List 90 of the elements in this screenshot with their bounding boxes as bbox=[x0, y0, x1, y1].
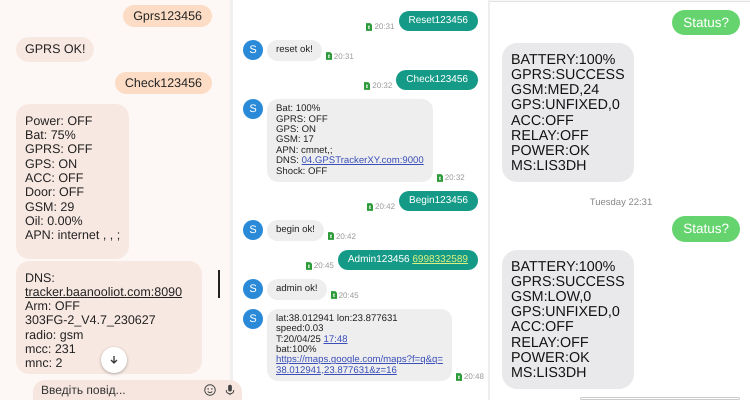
message-text: APN: internet , , ; bbox=[25, 228, 120, 242]
message-time: 20:45 bbox=[314, 261, 334, 270]
message-text: GSM:LOW,0 bbox=[511, 288, 592, 305]
message-text: Begin123456 bbox=[409, 195, 468, 206]
message-text: GSM:MED,24 bbox=[511, 82, 600, 98]
message-text: Status? bbox=[683, 221, 729, 236]
message-text: lat:38.012941 lon:23.877631 bbox=[276, 312, 398, 324]
sim-card-icon bbox=[367, 202, 374, 211]
message-text: admin ok! bbox=[276, 283, 318, 294]
message-text: mnc: 2 bbox=[25, 356, 63, 370]
message-text: Reset123456 bbox=[408, 15, 468, 26]
message-text: Admin123456 bbox=[348, 254, 411, 265]
message-text: RELAY:OFF bbox=[511, 334, 589, 351]
contact-avatar[interactable]: S bbox=[243, 220, 263, 240]
message-link[interactable]: 38.012941,23.877631&z=16 bbox=[276, 364, 397, 376]
message-text: bat:100% bbox=[276, 344, 317, 355]
message-text: Shock: OFF bbox=[276, 166, 328, 177]
message-time: 20:32 bbox=[444, 173, 465, 182]
message-time: 20:32 bbox=[372, 81, 392, 90]
message-text: POWER:OK bbox=[511, 350, 590, 366]
message-text: GPRS: OFF bbox=[276, 114, 328, 125]
message-link[interactable]: https://maps.google.com/maps?f=q&q= bbox=[276, 354, 443, 366]
message-text: GPRS: OFF bbox=[25, 142, 92, 156]
message-time: 20:45 bbox=[338, 290, 359, 300]
message-text: DNS: bbox=[276, 155, 300, 166]
microphone-icon[interactable] bbox=[224, 384, 236, 396]
message-text: ACC:OFF bbox=[511, 112, 574, 129]
message-text: Status? bbox=[683, 14, 729, 30]
sim-card-icon bbox=[330, 291, 337, 300]
message-time: 20:42 bbox=[375, 202, 396, 212]
sim-card-icon bbox=[306, 262, 312, 270]
message-input[interactable]: Введіть повід... bbox=[41, 383, 196, 397]
message-link[interactable]: 17:48 bbox=[323, 334, 348, 344]
message-text: BATTERY:100% bbox=[511, 52, 616, 68]
message-text: APN: cmnet,; bbox=[276, 144, 333, 156]
message-text: GPS:UNFIXED,0 bbox=[511, 304, 620, 320]
message-text: 303FG-2_V4.7_230627 bbox=[25, 313, 156, 328]
sim-card-icon bbox=[326, 52, 332, 60]
contact-avatar[interactable]: S bbox=[243, 99, 263, 120]
message-text: radio: gsm bbox=[25, 328, 84, 342]
message-text: GPS: ON bbox=[25, 156, 78, 171]
message-text: mcc: 231 bbox=[25, 342, 76, 356]
sim-card-icon bbox=[436, 174, 443, 182]
message-time: 20:31 bbox=[374, 22, 394, 32]
sim-card-icon bbox=[328, 232, 334, 240]
contact-avatar[interactable]: S bbox=[243, 279, 263, 300]
message-text: Check123456 bbox=[124, 76, 202, 90]
message-time: 20:31 bbox=[334, 52, 354, 61]
sim-card-icon bbox=[364, 82, 370, 90]
message-link[interactable]: tracker.baanooliot.com:8090 bbox=[25, 284, 182, 299]
message-time: 20:42 bbox=[336, 232, 356, 241]
message-text: GPRS:SUCCESS bbox=[511, 66, 625, 83]
message-text: Arm: OFF bbox=[25, 299, 80, 314]
message-text: BATTERY:100% bbox=[511, 258, 616, 275]
message-text: MS:LIS3DH bbox=[511, 158, 586, 174]
message-text: GPS: ON bbox=[276, 124, 316, 136]
message-text: speed:0.03 bbox=[276, 323, 324, 334]
message-text: Bat: 75% bbox=[25, 128, 76, 142]
contact-avatar[interactable]: S bbox=[243, 308, 263, 329]
emoji-icon[interactable] bbox=[204, 384, 216, 396]
sim-card-icon bbox=[366, 22, 372, 31]
message-field[interactable]: Введіть повід... bbox=[33, 380, 242, 400]
message-link[interactable]: 6998332589 bbox=[412, 254, 468, 265]
date-label: Tuesday 22:31 bbox=[590, 197, 652, 208]
arrow-down-icon bbox=[109, 355, 119, 365]
contact-avatar[interactable]: S bbox=[243, 40, 263, 60]
message-text: GSM: 29 bbox=[25, 200, 74, 214]
message-text: GPRS:SUCCESS bbox=[511, 274, 625, 290]
message-text: GPRS OK! bbox=[25, 42, 86, 56]
message-text: RELAY:OFF bbox=[511, 128, 589, 144]
message-text: begin ok! bbox=[276, 224, 315, 236]
message-text: GSM: 17 bbox=[276, 134, 314, 146]
scrollbar[interactable] bbox=[218, 270, 220, 298]
message-text: ACC:OFF bbox=[511, 319, 574, 336]
message-time: 20:48 bbox=[464, 372, 484, 382]
message-text: reset ok! bbox=[276, 44, 313, 56]
message-text: Oil: 0.00% bbox=[25, 214, 83, 228]
message-text: Gprs123456 bbox=[133, 9, 202, 23]
message-text: Bat: 100% bbox=[276, 103, 320, 114]
message-text: GPS:UNFIXED,0 bbox=[511, 97, 620, 114]
message-text: T:20/04/25 bbox=[276, 334, 322, 344]
message-link[interactable]: 04.GPSTrackerXY.com:9000 bbox=[302, 155, 424, 166]
message-text: Door: OFF bbox=[25, 185, 84, 200]
message-text: DNS: bbox=[25, 270, 55, 285]
message-text: MS:LIS3DH bbox=[511, 364, 586, 381]
message-text: Power: OFF bbox=[25, 114, 92, 128]
message-text: Check123456 bbox=[406, 74, 468, 85]
message-text: ACC: OFF bbox=[25, 171, 84, 186]
message-text: POWER:OK bbox=[511, 142, 590, 159]
sim-card-icon bbox=[456, 372, 462, 381]
